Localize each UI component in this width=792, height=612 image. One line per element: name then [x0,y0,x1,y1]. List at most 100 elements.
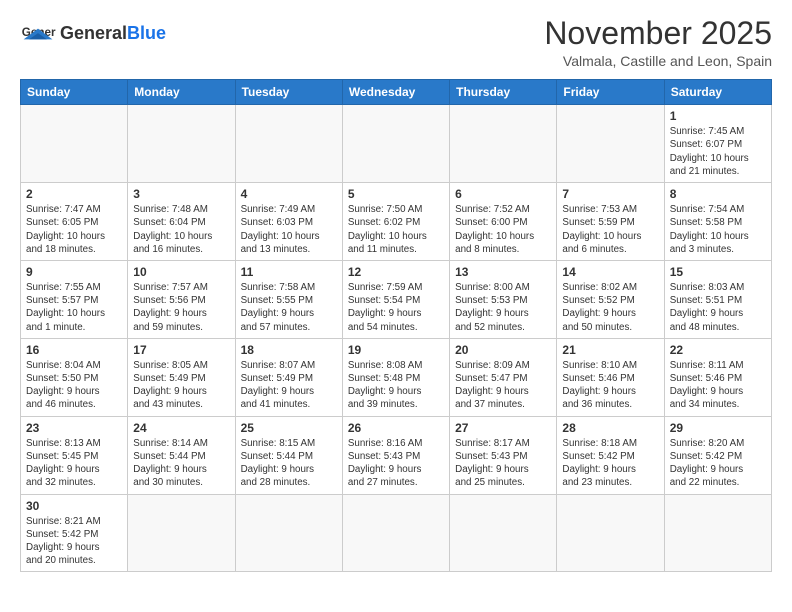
header-monday: Monday [128,80,235,105]
day-number: 30 [26,499,122,513]
table-row: 3Sunrise: 7:48 AM Sunset: 6:04 PM Daylig… [128,183,235,261]
location: Valmala, Castille and Leon, Spain [544,53,772,69]
day-number: 11 [241,265,337,279]
table-row: 11 Sunrise: 7:58 AM Sunset: 5:55 PM Dayli… [235,260,342,338]
table-row: 13 Sunrise: 8:00 AM Sunset: 5:53 PM Dayli… [450,260,557,338]
table-row [450,494,557,572]
table-row: 16 Sunrise: 8:04 AM Sunset: 5:50 PM Dayli… [21,338,128,416]
day-info: Sunrise: 8:14 AM Sunset: 5:44 PM Dayligh… [133,437,229,490]
title-block: November 2025 Valmala, Castille and Leon… [544,16,772,69]
calendar-table: Sunday Monday Tuesday Wednesday Thursday… [20,79,772,572]
table-row: 26Sunrise: 8:16 AM Sunset: 5:43 PM Dayli… [342,416,449,494]
generalblue-logo-icon: General [20,16,56,52]
day-number: 9 [26,265,122,279]
table-row [235,105,342,183]
day-info: Sunrise: 8:13 AM Sunset: 5:45 PM Dayligh… [26,437,122,490]
table-row [450,105,557,183]
day-number: 7 [562,187,658,201]
day-number: 4 [241,187,337,201]
table-row: 2 Sunrise: 7:47 AM Sunset: 6:05 PM Daylig… [21,183,128,261]
day-number: 2 [26,187,122,201]
table-row: 4 Sunrise: 7:49 AM Sunset: 6:03 PM Daylig… [235,183,342,261]
day-number: 15 [670,265,766,279]
table-row: 10Sunrise: 7:57 AM Sunset: 5:56 PM Dayli… [128,260,235,338]
table-row: 25 Sunrise: 8:15 AM Sunset: 5:44 PM Dayli… [235,416,342,494]
table-row: 18Sunrise: 8:07 AM Sunset: 5:49 PM Dayli… [235,338,342,416]
table-row [128,494,235,572]
day-info: Sunrise: 7:58 AM Sunset: 5:55 PM Dayligh… [241,281,337,334]
table-row: 22 Sunrise: 8:11 AM Sunset: 5:46 PM Dayli… [664,338,771,416]
day-number: 6 [455,187,551,201]
day-number: 3 [133,187,229,201]
day-number: 22 [670,343,766,357]
day-info: Sunrise: 8:15 AM Sunset: 5:44 PM Dayligh… [241,437,337,490]
table-row [557,105,664,183]
day-info: Sunrise: 8:02 AM Sunset: 5:52 PM Dayligh… [562,281,658,334]
table-row: 30 Sunrise: 8:21 AM Sunset: 5:42 PM Dayli… [21,494,128,572]
table-row: 17Sunrise: 8:05 AM Sunset: 5:49 PM Dayli… [128,338,235,416]
day-number: 21 [562,343,658,357]
day-info: Sunrise: 7:53 AM Sunset: 5:59 PM Dayligh… [562,203,658,256]
logo-text: GeneralBlue [60,24,166,44]
header-thursday: Thursday [450,80,557,105]
day-info: Sunrise: 8:00 AM Sunset: 5:53 PM Dayligh… [455,281,551,334]
day-number: 20 [455,343,551,357]
month-title: November 2025 [544,16,772,51]
day-number: 13 [455,265,551,279]
day-number: 12 [348,265,444,279]
day-number: 14 [562,265,658,279]
logo: General GeneralBlue [20,16,166,52]
table-row: 23 Sunrise: 8:13 AM Sunset: 5:45 PM Dayli… [21,416,128,494]
day-info: Sunrise: 8:04 AM Sunset: 5:50 PM Dayligh… [26,359,122,412]
table-row [342,105,449,183]
day-info: Sunrise: 8:20 AM Sunset: 5:42 PM Dayligh… [670,437,766,490]
table-row: 24 Sunrise: 8:14 AM Sunset: 5:44 PM Dayli… [128,416,235,494]
day-number: 26 [348,421,444,435]
table-row: 20 Sunrise: 8:09 AM Sunset: 5:47 PM Dayli… [450,338,557,416]
table-row [342,494,449,572]
day-number: 24 [133,421,229,435]
day-info: Sunrise: 8:08 AM Sunset: 5:48 PM Dayligh… [348,359,444,412]
day-number: 16 [26,343,122,357]
day-number: 19 [348,343,444,357]
day-info: Sunrise: 8:09 AM Sunset: 5:47 PM Dayligh… [455,359,551,412]
day-info: Sunrise: 7:50 AM Sunset: 6:02 PM Dayligh… [348,203,444,256]
day-number: 25 [241,421,337,435]
header-friday: Friday [557,80,664,105]
day-number: 8 [670,187,766,201]
table-row: 27Sunrise: 8:17 AM Sunset: 5:43 PM Dayli… [450,416,557,494]
day-info: Sunrise: 8:07 AM Sunset: 5:49 PM Dayligh… [241,359,337,412]
header-tuesday: Tuesday [235,80,342,105]
day-info: Sunrise: 8:17 AM Sunset: 5:43 PM Dayligh… [455,437,551,490]
weekday-header-row: Sunday Monday Tuesday Wednesday Thursday… [21,80,772,105]
header-saturday: Saturday [664,80,771,105]
day-info: Sunrise: 7:49 AM Sunset: 6:03 PM Dayligh… [241,203,337,256]
header: General GeneralBlue November 2025 Valmal… [20,16,772,69]
table-row: 28Sunrise: 8:18 AM Sunset: 5:42 PM Dayli… [557,416,664,494]
table-row [557,494,664,572]
day-number: 5 [348,187,444,201]
table-row: 15 Sunrise: 8:03 AM Sunset: 5:51 PM Dayli… [664,260,771,338]
day-number: 23 [26,421,122,435]
day-number: 1 [670,109,766,123]
table-row: 7 Sunrise: 7:53 AM Sunset: 5:59 PM Daylig… [557,183,664,261]
day-info: Sunrise: 8:11 AM Sunset: 5:46 PM Dayligh… [670,359,766,412]
day-number: 17 [133,343,229,357]
day-info: Sunrise: 8:10 AM Sunset: 5:46 PM Dayligh… [562,359,658,412]
table-row: 1 Sunrise: 7:45 AM Sunset: 6:07 PM Daylig… [664,105,771,183]
table-row: 12Sunrise: 7:59 AM Sunset: 5:54 PM Dayli… [342,260,449,338]
table-row: 5 Sunrise: 7:50 AM Sunset: 6:02 PM Daylig… [342,183,449,261]
table-row: 6Sunrise: 7:52 AM Sunset: 6:00 PM Daylig… [450,183,557,261]
day-info: Sunrise: 7:47 AM Sunset: 6:05 PM Dayligh… [26,203,122,256]
table-row: 19 Sunrise: 8:08 AM Sunset: 5:48 PM Dayli… [342,338,449,416]
table-row [235,494,342,572]
table-row: 9Sunrise: 7:55 AM Sunset: 5:57 PM Daylig… [21,260,128,338]
day-info: Sunrise: 7:54 AM Sunset: 5:58 PM Dayligh… [670,203,766,256]
day-number: 10 [133,265,229,279]
day-info: Sunrise: 8:18 AM Sunset: 5:42 PM Dayligh… [562,437,658,490]
day-info: Sunrise: 8:21 AM Sunset: 5:42 PM Dayligh… [26,515,122,568]
day-info: Sunrise: 8:03 AM Sunset: 5:51 PM Dayligh… [670,281,766,334]
day-info: Sunrise: 7:45 AM Sunset: 6:07 PM Dayligh… [670,125,766,178]
table-row [664,494,771,572]
header-wednesday: Wednesday [342,80,449,105]
